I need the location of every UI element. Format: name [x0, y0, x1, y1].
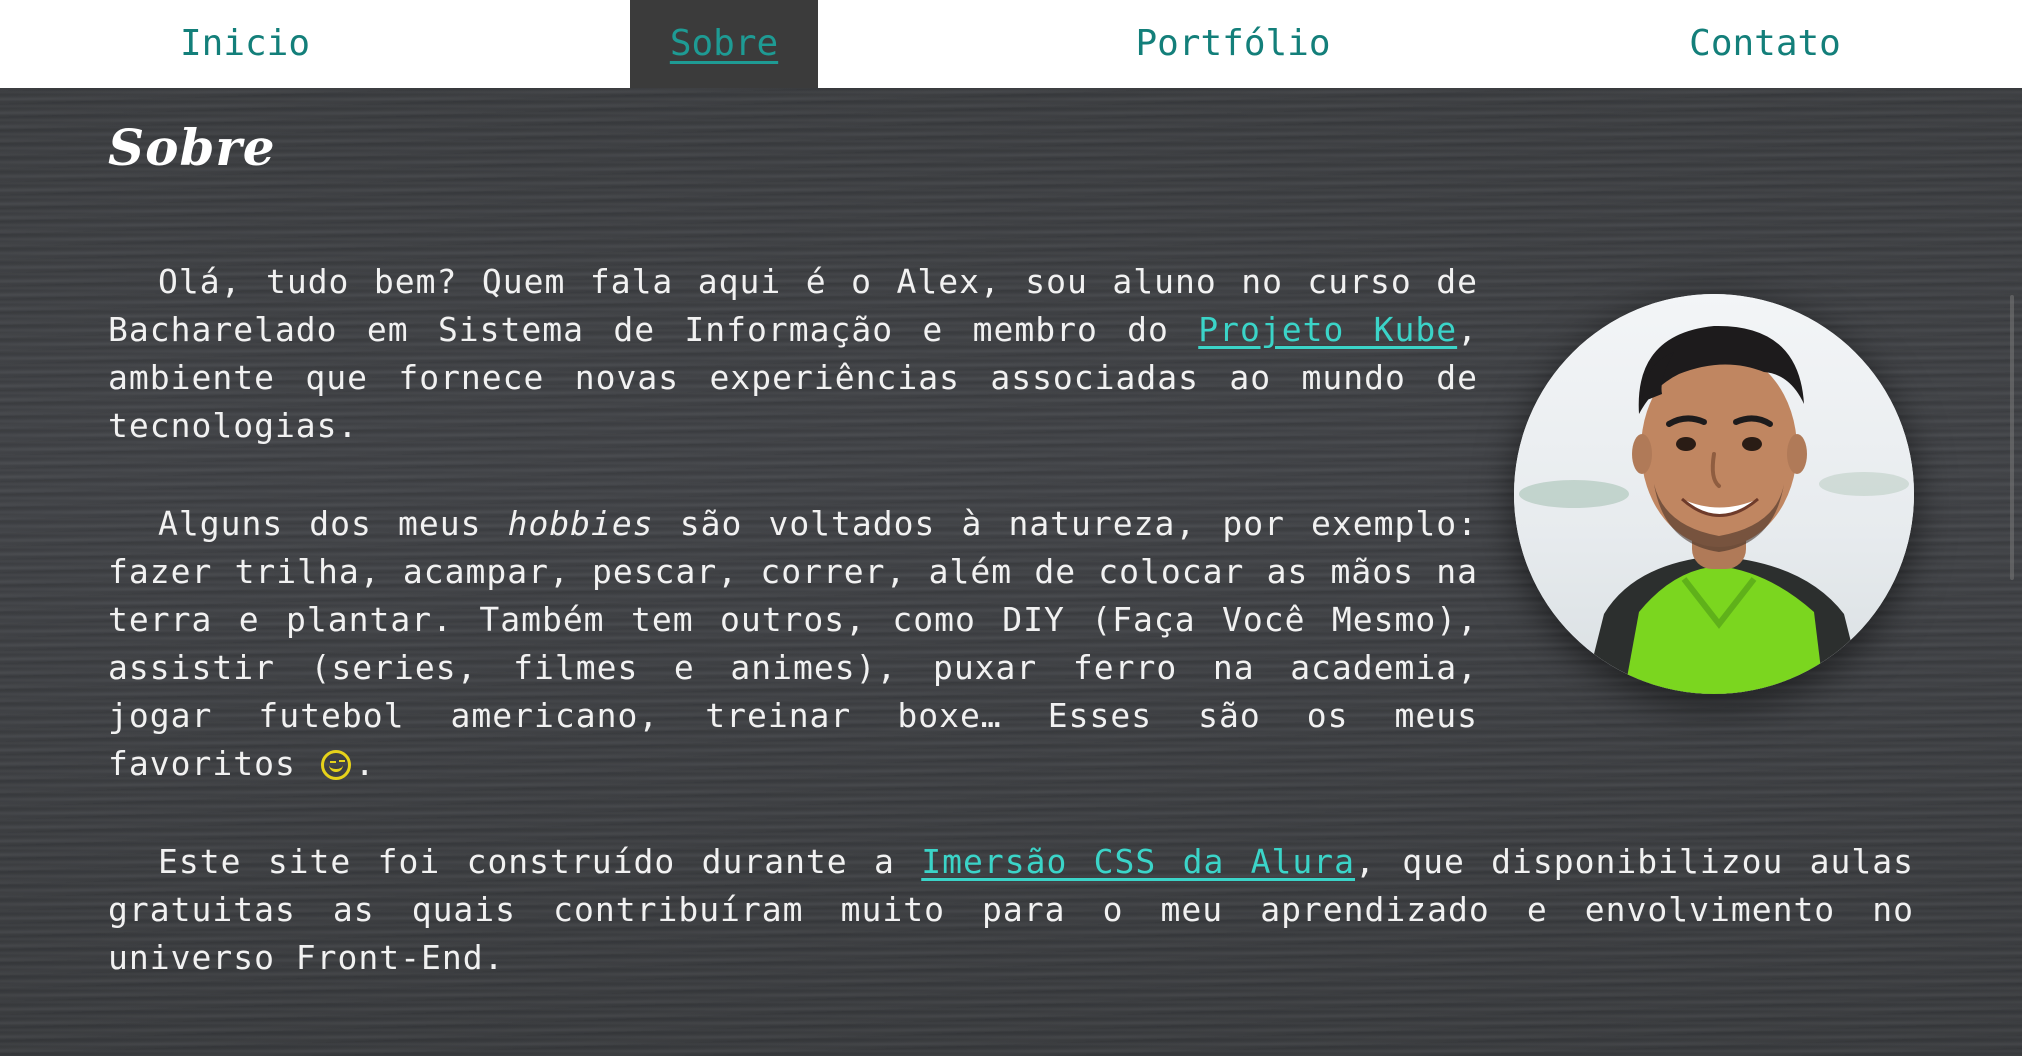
page-title: Sobre	[108, 118, 276, 177]
hobbies-paragraph: Alguns dos meus hobbies são voltados à n…	[108, 500, 1478, 788]
imersao-css-link[interactable]: Imersão CSS da Alura	[921, 842, 1355, 881]
profile-photo	[1514, 294, 1914, 694]
top-navbar: Inicio Sobre Portfólio Contato	[0, 0, 2022, 88]
site-paragraph: Este site foi construído durante a Imers…	[108, 838, 1914, 982]
intro-paragraph: Olá, tudo bem? Quem fala aqui é o Alex, …	[108, 258, 1478, 450]
nav-link-inicio[interactable]: Inicio	[0, 0, 490, 88]
hobbies-text-start: Alguns dos meus	[158, 504, 508, 543]
projeto-kube-link[interactable]: Projeto Kube	[1198, 310, 1457, 349]
nav-link-contato[interactable]: Contato	[1648, 0, 1882, 88]
scrollbar-thumb[interactable]	[2010, 295, 2014, 580]
hobbies-emphasis: hobbies	[507, 504, 654, 543]
profile-photo-illustration	[1514, 294, 1914, 694]
wink-face-icon	[320, 750, 351, 780]
nav-link-sobre[interactable]: Sobre	[630, 0, 818, 88]
nav-link-portfolio[interactable]: Portfólio	[818, 0, 1648, 88]
hobbies-text-end: são voltados à natureza, por exemplo: fa…	[108, 504, 1478, 783]
hobbies-period: .	[354, 744, 376, 783]
site-text-start: Este site foi construído durante a	[158, 842, 922, 881]
